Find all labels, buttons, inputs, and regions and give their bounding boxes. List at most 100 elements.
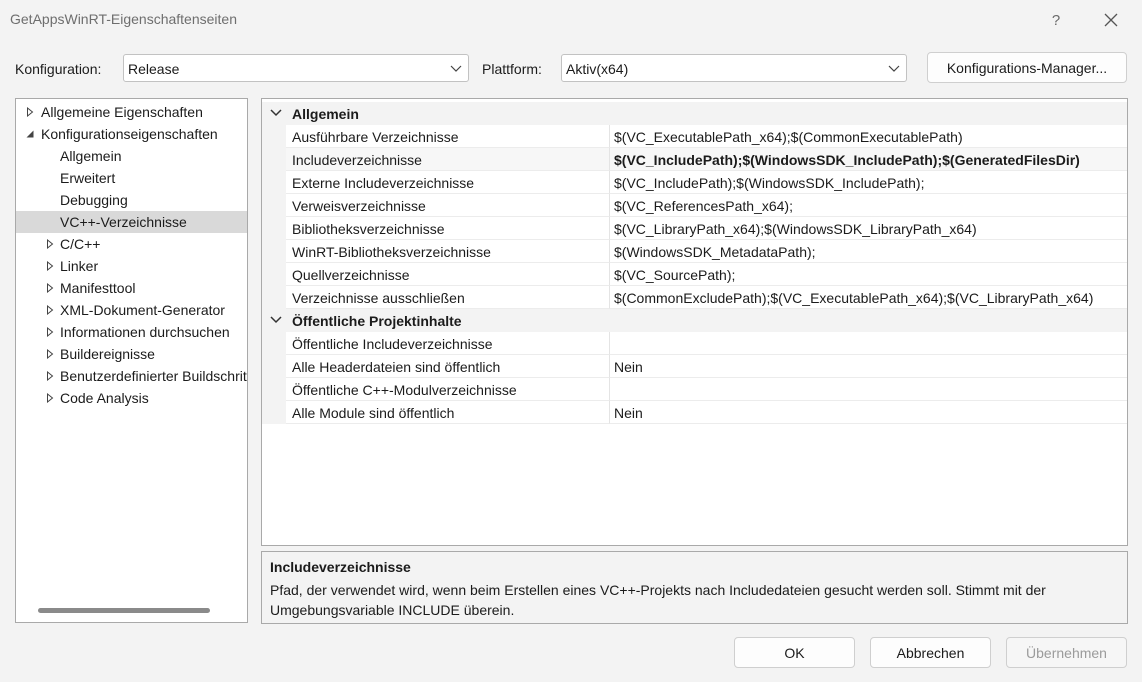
title-bar: GetAppsWinRT-Eigenschaftenseiten ? (0, 0, 1142, 38)
ok-button[interactable]: OK (734, 637, 855, 668)
property-value[interactable] (610, 332, 1127, 355)
collapsed-triangle-icon[interactable] (45, 349, 55, 359)
property-name[interactable]: Includeverzeichnisse (286, 148, 610, 171)
property-value[interactable]: $(VC_LibraryPath_x64);$(WindowsSDK_Libra… (610, 217, 1127, 240)
row-gutter (262, 194, 286, 217)
property-row[interactable]: Bibliotheksverzeichnisse $(VC_LibraryPath… (262, 217, 1127, 240)
row-gutter (262, 286, 286, 309)
window-title: GetAppsWinRT-Eigenschaftenseiten (10, 11, 237, 27)
collapsed-triangle-icon[interactable] (45, 261, 55, 271)
property-row[interactable]: Alle Module sind öffentlich Nein (262, 401, 1127, 424)
collapsed-triangle-icon[interactable] (45, 327, 55, 337)
property-value[interactable]: $(VC_IncludePath);$(WindowsSDK_IncludePa… (610, 148, 1127, 171)
property-name[interactable]: Verweisverzeichnisse (286, 194, 610, 217)
apply-button[interactable]: Übernehmen (1006, 637, 1127, 668)
category-label: Allgemein (292, 106, 359, 122)
property-row[interactable]: Externe Includeverzeichnisse $(VC_Include… (262, 171, 1127, 194)
category-header[interactable]: Allgemein (262, 102, 1127, 125)
property-name[interactable]: Quellverzeichnisse (286, 263, 610, 286)
property-row[interactable]: Öffentliche Includeverzeichnisse (262, 332, 1127, 355)
property-tree: Allgemeine Eigenschaften Konfigurationsei… (15, 98, 248, 623)
property-value[interactable]: $(VC_SourcePath); (610, 263, 1127, 286)
collapsed-triangle-icon[interactable] (45, 239, 55, 249)
description-panel: Includeverzeichnisse Pfad, der verwendet… (261, 551, 1128, 624)
tree-item[interactable]: Benutzerdefinierter Buildschritt (16, 365, 247, 387)
property-value[interactable] (610, 378, 1127, 401)
konfiguration-label: Konfiguration: (15, 61, 102, 77)
property-name[interactable]: Öffentliche C++-Modulverzeichnisse (286, 378, 610, 401)
tree-item[interactable]: Allgemeine Eigenschaften (16, 101, 247, 123)
tree-item[interactable]: Informationen durchsuchen (16, 321, 247, 343)
collapsed-triangle-icon[interactable] (45, 305, 55, 315)
property-value[interactable]: Nein (610, 355, 1127, 378)
property-grid: Allgemein Ausführbare Verzeichnisse $(VC_E… (261, 98, 1128, 546)
property-row[interactable]: WinRT-Bibliotheksverzeichnisse $(WindowsS… (262, 240, 1127, 263)
chevron-down-icon[interactable] (270, 316, 282, 324)
tree-item-label: Allgemeine Eigenschaften (41, 104, 203, 120)
tree-item[interactable]: Manifesttool (16, 277, 247, 299)
tree-item[interactable]: Erweitert (16, 167, 247, 189)
tree-item-label: Informationen durchsuchen (60, 324, 230, 340)
row-gutter (262, 332, 286, 355)
collapsed-triangle-icon[interactable] (45, 371, 55, 381)
property-row[interactable]: Verweisverzeichnisse $(VC_ReferencesPath_… (262, 194, 1127, 217)
tree-item-label: C/C++ (60, 236, 101, 252)
property-name[interactable]: Externe Includeverzeichnisse (286, 171, 610, 194)
property-row[interactable]: Alle Headerdateien sind öffentlich Nein (262, 355, 1127, 378)
help-button[interactable]: ? (1042, 8, 1070, 32)
property-name[interactable]: WinRT-Bibliotheksverzeichnisse (286, 240, 610, 263)
chevron-down-icon[interactable] (270, 109, 282, 117)
property-row[interactable]: Quellverzeichnisse $(VC_SourcePath); (262, 263, 1127, 286)
tree-item[interactable]: C/C++ (16, 233, 247, 255)
property-row[interactable]: Öffentliche C++-Modulverzeichnisse (262, 378, 1127, 401)
konfiguration-value: Release (128, 61, 180, 77)
collapsed-triangle-icon[interactable] (45, 283, 55, 293)
tree-item[interactable]: Debugging (16, 189, 247, 211)
chevron-down-icon (450, 65, 462, 72)
konfiguration-combobox[interactable]: Release (123, 54, 469, 82)
tree-item-label: Code Analysis (60, 390, 149, 406)
row-gutter (262, 401, 286, 424)
property-row[interactable]: Includeverzeichnisse $(VC_IncludePath);$(… (262, 148, 1127, 171)
property-value[interactable]: $(WindowsSDK_MetadataPath); (610, 240, 1127, 263)
property-name[interactable]: Verzeichnisse ausschließen (286, 286, 610, 309)
tree-item[interactable]: Konfigurationseigenschaften (16, 123, 247, 145)
expanded-triangle-icon[interactable] (25, 129, 35, 139)
tree-item[interactable]: Linker (16, 255, 247, 277)
category-header[interactable]: Öffentliche Projektinhalte (262, 309, 1127, 332)
chevron-down-icon (888, 65, 900, 72)
tree-item[interactable]: VC++-Verzeichnisse (16, 211, 247, 233)
property-name[interactable]: Alle Module sind öffentlich (286, 401, 610, 424)
property-name[interactable]: Alle Headerdateien sind öffentlich (286, 355, 610, 378)
tree-item-label: XML-Dokument-Generator (60, 302, 225, 318)
property-row[interactable]: Ausführbare Verzeichnisse $(VC_Executable… (262, 125, 1127, 148)
row-gutter (262, 263, 286, 286)
property-value[interactable]: Nein (610, 401, 1127, 424)
property-name[interactable]: Ausführbare Verzeichnisse (286, 125, 610, 148)
tree-item-label: Buildereignisse (60, 346, 155, 362)
tree-item[interactable]: Allgemein (16, 145, 247, 167)
row-gutter (262, 148, 286, 171)
plattform-combobox[interactable]: Aktiv(x64) (561, 54, 907, 82)
tree-item-label: Konfigurationseigenschaften (41, 126, 218, 142)
tree-item[interactable]: Buildereignisse (16, 343, 247, 365)
property-value[interactable]: $(VC_ReferencesPath_x64); (610, 194, 1127, 217)
property-value[interactable]: $(VC_IncludePath);$(WindowsSDK_IncludePa… (610, 171, 1127, 194)
property-name[interactable]: Öffentliche Includeverzeichnisse (286, 332, 610, 355)
collapsed-triangle-icon[interactable] (25, 107, 35, 117)
tree-item-label: Manifesttool (60, 280, 136, 296)
collapsed-triangle-icon[interactable] (45, 393, 55, 403)
tree-item-label: Debugging (60, 192, 128, 208)
tree-item[interactable]: Code Analysis (16, 387, 247, 409)
konfigurations-manager-button[interactable]: Konfigurations-Manager... (927, 52, 1127, 83)
plattform-label: Plattform: (482, 61, 542, 77)
property-row[interactable]: Verzeichnisse ausschließen $(CommonExclud… (262, 286, 1127, 309)
cancel-button[interactable]: Abbrechen (870, 637, 991, 668)
horizontal-scrollbar[interactable] (38, 608, 210, 613)
property-value[interactable]: $(VC_ExecutablePath_x64);$(CommonExecuta… (610, 125, 1127, 148)
close-button[interactable] (1097, 8, 1125, 32)
property-name[interactable]: Bibliotheksverzeichnisse (286, 217, 610, 240)
row-gutter (262, 217, 286, 240)
property-value[interactable]: $(CommonExcludePath);$(VC_ExecutablePath… (610, 286, 1127, 309)
tree-item[interactable]: XML-Dokument-Generator (16, 299, 247, 321)
